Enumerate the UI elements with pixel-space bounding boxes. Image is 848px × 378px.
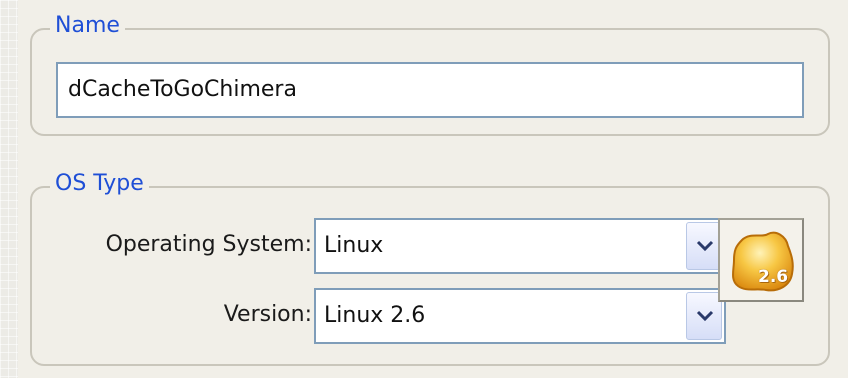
- version-select[interactable]: Linux 2.6: [314, 288, 726, 344]
- chevron-down-icon: [696, 240, 714, 252]
- os-type-group-legend: OS Type: [50, 170, 149, 198]
- chevron-down-icon: [696, 310, 714, 322]
- name-group: Name dCacheToGoChimera: [30, 12, 830, 136]
- operating-system-value: Linux: [324, 233, 384, 258]
- operating-system-select[interactable]: Linux: [314, 218, 726, 274]
- os-type-badge: 2.6: [718, 218, 804, 302]
- name-group-legend: Name: [50, 12, 125, 40]
- os-type-group: OS Type Operating System: Linux Version:…: [30, 170, 830, 366]
- version-label: Version:: [223, 302, 312, 327]
- version-value: Linux 2.6: [324, 303, 426, 328]
- version-dropdown-button[interactable]: [686, 292, 722, 340]
- os-version-badge-text: 2.6: [758, 267, 789, 287]
- operating-system-label: Operating System:: [105, 232, 312, 257]
- settings-panel: Name dCacheToGoChimera OS Type Operating…: [18, 0, 848, 378]
- name-input[interactable]: dCacheToGoChimera: [56, 62, 804, 118]
- operating-system-dropdown-button[interactable]: [686, 222, 722, 270]
